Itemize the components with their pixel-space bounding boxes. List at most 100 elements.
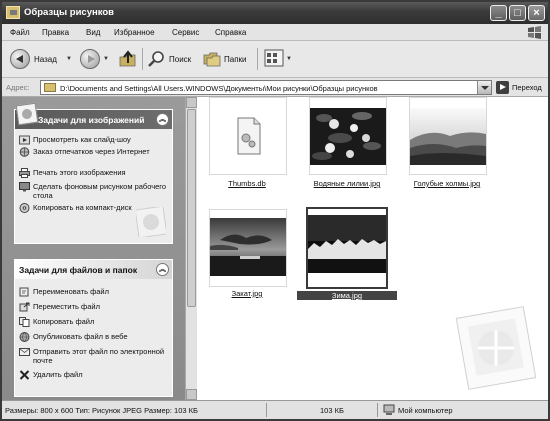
search-button[interactable]: Поиск bbox=[169, 55, 191, 64]
cd-icon bbox=[19, 203, 30, 213]
image-tasks-title: Задачи для изображений bbox=[38, 115, 145, 125]
views-icon[interactable] bbox=[264, 49, 284, 67]
task-label: Опубликовать файл в вебе bbox=[33, 332, 128, 341]
toolbar-separator bbox=[257, 48, 258, 70]
menu-tools[interactable]: Сервис bbox=[172, 28, 199, 37]
task-label: Удалить файл bbox=[33, 370, 83, 379]
menu-file[interactable]: Файл bbox=[10, 28, 30, 37]
task-label: Переименовать файл bbox=[33, 287, 109, 296]
go-arrow-icon[interactable] bbox=[496, 81, 509, 94]
go-button[interactable]: Переход bbox=[512, 83, 542, 92]
status-info: Размеры: 800 x 600 Тип: Рисунок JPEG Раз… bbox=[5, 406, 198, 415]
file-item-water-lilies[interactable]: Водяные лилии.jpg bbox=[297, 97, 397, 192]
address-dropdown-button[interactable] bbox=[477, 81, 491, 94]
back-dropdown-icon[interactable]: ▼ bbox=[66, 56, 72, 62]
collapse-chevron-icon[interactable]: ︽ bbox=[156, 113, 169, 126]
task-label: Сделать фоновым рисунком рабочего стола bbox=[33, 182, 167, 200]
sunset-image bbox=[210, 218, 286, 276]
status-divider bbox=[266, 403, 267, 417]
file-thumbnail[interactable] bbox=[306, 207, 388, 289]
status-divider bbox=[377, 403, 378, 417]
collapse-chevron-icon[interactable]: ︽ bbox=[156, 263, 169, 276]
image-tasks-header[interactable]: Задачи для изображений ︽ bbox=[15, 102, 172, 129]
window-title: Образцы рисунков bbox=[24, 7, 114, 18]
task-label: Отправить этот файл по электронной почте bbox=[33, 347, 165, 365]
file-name[interactable]: Голубые холмы.jpg bbox=[397, 179, 497, 188]
order-prints-icon bbox=[19, 147, 30, 157]
delete-icon bbox=[19, 370, 30, 380]
explorer-window: Образцы рисунков _ □ × Файл Правка Вид И… bbox=[0, 0, 550, 421]
file-name[interactable]: Закат.jpg bbox=[197, 289, 297, 298]
menu-edit[interactable]: Правка bbox=[42, 28, 69, 37]
address-path[interactable]: D:\Documents and Settings\All Users.WIND… bbox=[60, 84, 378, 93]
status-size: 103 КБ bbox=[320, 406, 344, 415]
back-arrow-icon[interactable] bbox=[10, 49, 30, 69]
minimize-button[interactable]: _ bbox=[490, 5, 507, 21]
title-bar[interactable]: Образцы рисунков _ □ × bbox=[2, 2, 548, 24]
windows-logo-icon bbox=[528, 26, 541, 39]
search-icon[interactable] bbox=[147, 49, 167, 69]
menu-bar: Файл Правка Вид Избранное Сервис Справка bbox=[2, 24, 548, 41]
forward-dropdown-icon[interactable]: ▼ bbox=[103, 56, 109, 62]
folders-button[interactable]: Папки bbox=[224, 55, 247, 64]
task-label: Переместить файл bbox=[33, 302, 100, 311]
move-icon bbox=[19, 302, 30, 312]
file-item-blue-hills[interactable]: Голубые холмы.jpg bbox=[397, 97, 497, 192]
folder-icon bbox=[6, 6, 20, 19]
address-bar: Адрес: D:\Documents and Settings\All Use… bbox=[2, 78, 548, 97]
task-label: Заказ отпечатков через Интернет bbox=[33, 147, 150, 156]
back-button[interactable]: Назад bbox=[34, 55, 57, 64]
photo-watermark-icon bbox=[136, 207, 166, 237]
task-label: Печать этого изображения bbox=[33, 168, 126, 177]
forward-button[interactable] bbox=[80, 49, 100, 69]
file-item-winter[interactable]: Зима.jpg bbox=[297, 207, 397, 304]
scroll-up-button[interactable] bbox=[186, 97, 197, 108]
address-input[interactable]: D:\Documents and Settings\All Users.WIND… bbox=[40, 80, 492, 95]
web-publish-icon bbox=[19, 332, 30, 342]
file-tasks-title: Задачи для файлов и папок bbox=[19, 265, 138, 275]
toolbar: Назад ▼ ▼ Поиск Папки ▼ bbox=[2, 41, 548, 78]
email-icon bbox=[19, 348, 30, 356]
maximize-button[interactable]: □ bbox=[509, 5, 526, 21]
task-pane-scrollbar[interactable] bbox=[185, 97, 197, 400]
task-label: Копировать файл bbox=[33, 317, 95, 326]
scroll-down-button[interactable] bbox=[186, 389, 197, 400]
file-tasks-panel: Задачи для файлов и папок ︽ Переименоват… bbox=[14, 259, 173, 397]
file-tasks-header[interactable]: Задачи для файлов и папок ︽ bbox=[15, 260, 172, 279]
my-computer-icon bbox=[383, 404, 395, 415]
toolbar-separator bbox=[142, 48, 143, 70]
rename-icon bbox=[19, 287, 29, 297]
address-label: Адрес: bbox=[6, 83, 30, 92]
desktop-background-icon bbox=[19, 182, 30, 192]
up-folder-icon[interactable] bbox=[118, 49, 138, 69]
status-location: Мой компьютер bbox=[398, 406, 453, 415]
menu-help[interactable]: Справка bbox=[215, 28, 246, 37]
folder-icon bbox=[44, 83, 56, 92]
blue-hills-image bbox=[410, 108, 486, 165]
file-thumbnail[interactable] bbox=[209, 209, 287, 287]
water-lilies-image bbox=[310, 108, 386, 165]
file-name[interactable]: Thumbs.db bbox=[197, 179, 297, 188]
scroll-thumb[interactable] bbox=[187, 109, 196, 307]
file-name[interactable]: Водяные лилии.jpg bbox=[297, 179, 397, 188]
status-bar: Размеры: 800 x 600 Тип: Рисунок JPEG Раз… bbox=[2, 400, 548, 419]
menu-view[interactable]: Вид bbox=[86, 28, 100, 37]
folders-icon[interactable] bbox=[202, 49, 222, 69]
file-item-sunset[interactable]: Закат.jpg bbox=[197, 209, 297, 304]
task-pane: Задачи для изображений ︽ Просмотреть как… bbox=[2, 97, 185, 400]
close-button[interactable]: × bbox=[528, 5, 545, 21]
print-icon bbox=[19, 168, 30, 178]
views-dropdown-icon[interactable]: ▼ bbox=[286, 56, 292, 62]
menu-favorites[interactable]: Избранное bbox=[114, 28, 155, 37]
file-view[interactable]: Thumbs.db Водяные лилии.jpg Голубые холм… bbox=[197, 97, 548, 400]
copy-icon bbox=[19, 317, 30, 327]
file-item-thumbs-db[interactable]: Thumbs.db bbox=[197, 97, 297, 192]
winter-image bbox=[308, 215, 386, 273]
photo-watermark-icon bbox=[455, 306, 537, 390]
file-thumbnail[interactable] bbox=[309, 97, 387, 175]
image-tasks-panel: Задачи для изображений ︽ Просмотреть как… bbox=[14, 102, 173, 244]
file-name[interactable]: Зима.jpg bbox=[297, 291, 397, 300]
file-thumbnail[interactable] bbox=[209, 97, 287, 175]
photo-badge-icon bbox=[15, 102, 39, 126]
file-thumbnail[interactable] bbox=[409, 97, 487, 175]
